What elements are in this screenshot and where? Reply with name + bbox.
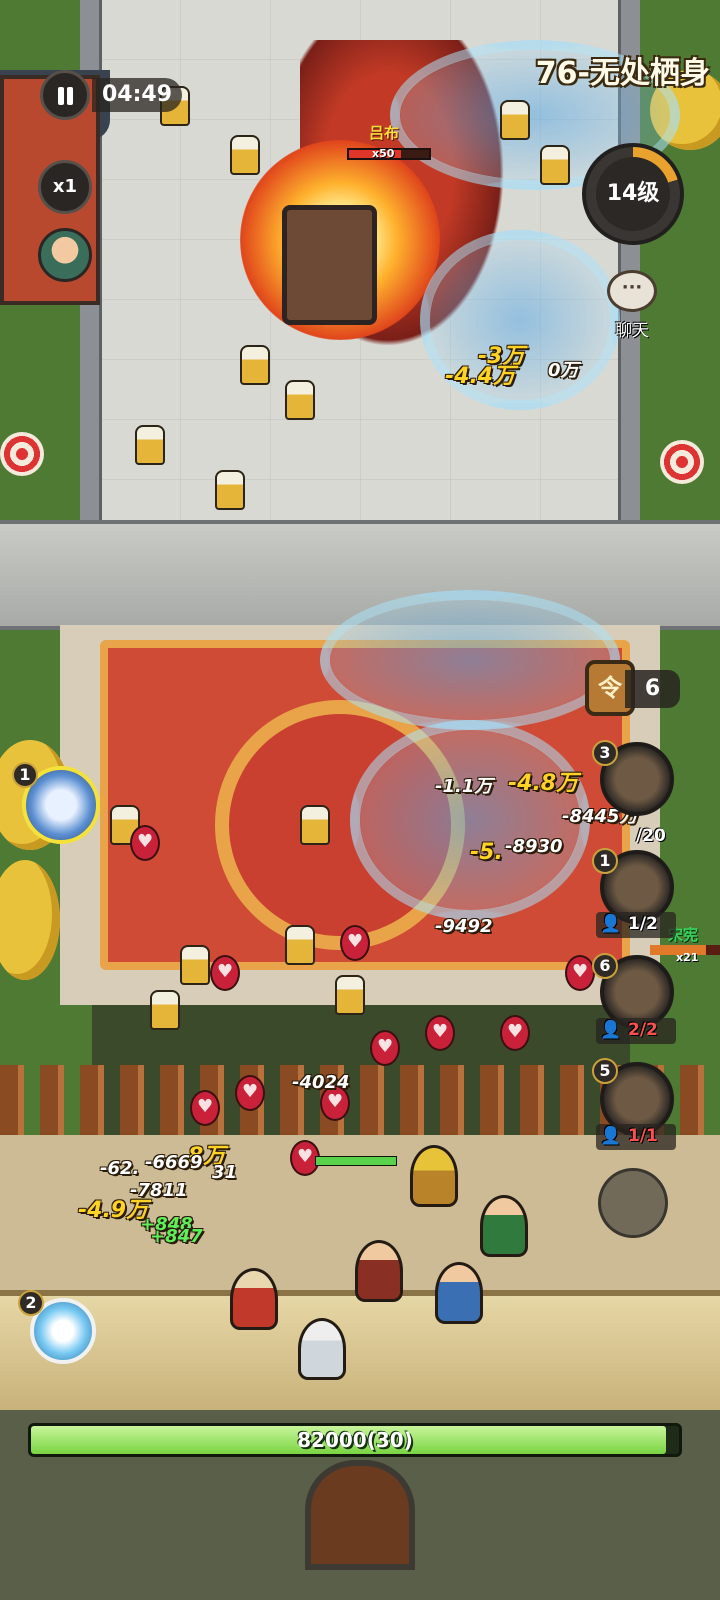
base-health-text: 82000(30) bbox=[297, 1428, 413, 1452]
enemy-soldier bbox=[135, 425, 165, 465]
level-text: 14级 bbox=[596, 157, 670, 231]
skill-badge: 2 bbox=[18, 1290, 44, 1316]
damage-number: -4.8万 bbox=[508, 771, 579, 796]
enemy-soldier bbox=[285, 925, 315, 965]
enemy-unit-multiplier: x21 bbox=[676, 951, 699, 964]
charmed-unit bbox=[500, 1015, 530, 1051]
game-scene: 吕布 x50 宋宪 x21 -3万 -4.4万 0万 -1.1万 -4.8万 -… bbox=[0, 0, 720, 1600]
skill-badge: 3 bbox=[592, 740, 618, 766]
heal-number: +847 bbox=[150, 1226, 203, 1247]
unit-health-bar bbox=[315, 1156, 397, 1166]
damage-number: -9492 bbox=[435, 916, 493, 937]
enemy-soldier bbox=[230, 135, 260, 175]
bottom-gate bbox=[305, 1460, 415, 1570]
archery-target bbox=[660, 440, 704, 484]
damage-number: -4.9万 bbox=[78, 1198, 149, 1223]
charmed-unit bbox=[190, 1090, 220, 1126]
enemy-soldier bbox=[540, 145, 570, 185]
chat-icon: ··· bbox=[607, 270, 657, 312]
troop-count: /20 bbox=[636, 826, 666, 846]
ally-hero bbox=[355, 1240, 403, 1302]
person-icon: 👤 bbox=[600, 1020, 622, 1040]
person-icon: 👤 bbox=[600, 914, 622, 934]
skill-badge: 1 bbox=[12, 762, 38, 788]
chat-label: 聊天 bbox=[615, 321, 649, 341]
person-icon: 👤 bbox=[600, 1126, 622, 1146]
enemy-soldier bbox=[180, 945, 210, 985]
speed-button[interactable]: x1 bbox=[38, 160, 92, 214]
ally-soldier bbox=[410, 1145, 458, 1207]
move-joystick[interactable] bbox=[598, 1168, 668, 1238]
damage-number: -62. bbox=[100, 1158, 140, 1179]
damage-number: -5. bbox=[470, 840, 503, 865]
hero-avatar-button[interactable] bbox=[38, 228, 92, 282]
order-token-count: 6 bbox=[625, 670, 680, 708]
ally-hero bbox=[298, 1318, 346, 1380]
archery-target bbox=[0, 432, 44, 476]
ally-hero bbox=[480, 1195, 528, 1257]
boss-name: 吕布 bbox=[368, 124, 399, 142]
skill-badge: 5 bbox=[592, 1058, 618, 1084]
enemy-soldier bbox=[285, 380, 315, 420]
enemy-soldier bbox=[215, 470, 245, 510]
tornado-effect bbox=[350, 720, 590, 920]
damage-number: -1.1万 bbox=[435, 776, 493, 797]
siege-cart bbox=[282, 205, 377, 325]
troop-count: 2/2 bbox=[628, 1020, 658, 1040]
charmed-unit bbox=[565, 955, 595, 991]
damage-number: 0万 bbox=[548, 360, 579, 381]
troop-count: 1/1 bbox=[628, 1126, 658, 1146]
charmed-unit bbox=[340, 925, 370, 961]
charmed-unit bbox=[130, 825, 160, 861]
pause-button[interactable] bbox=[40, 70, 90, 120]
unit-health-fill bbox=[316, 1157, 396, 1165]
boss-multiplier: x50 bbox=[372, 147, 395, 160]
charmed-unit bbox=[370, 1030, 400, 1066]
damage-number: -4.4万 bbox=[445, 364, 516, 389]
damage-number: -8930 bbox=[505, 836, 563, 857]
front-wall bbox=[0, 1290, 720, 1410]
enemy-soldier bbox=[300, 805, 330, 845]
enemy-soldier bbox=[240, 345, 270, 385]
charmed-unit bbox=[425, 1015, 455, 1051]
tornado-effect bbox=[320, 590, 620, 730]
order-token[interactable]: 令 6 bbox=[585, 660, 680, 720]
damage-number: 31 bbox=[212, 1162, 238, 1183]
troop-count: 1/2 bbox=[628, 914, 658, 934]
damage-number: -6669 bbox=[145, 1152, 203, 1173]
battle-timer: 04:49 bbox=[92, 78, 182, 112]
ally-hero bbox=[230, 1268, 278, 1330]
chat-button[interactable]: ··· 聊天 bbox=[600, 270, 664, 350]
base-health-bar: 82000(30) bbox=[28, 1423, 682, 1457]
enemy-soldier bbox=[500, 100, 530, 140]
stage-title: 76-无处栖身 bbox=[535, 56, 710, 91]
damage-number: -4024 bbox=[292, 1072, 350, 1093]
enemy-soldier bbox=[150, 990, 180, 1030]
ally-hero bbox=[435, 1262, 483, 1324]
charmed-unit bbox=[235, 1075, 265, 1111]
skill-badge: 1 bbox=[592, 848, 618, 874]
level-indicator[interactable]: 14级 bbox=[582, 143, 684, 245]
charmed-unit bbox=[210, 955, 240, 991]
enemy-soldier bbox=[335, 975, 365, 1015]
skill-badge: 6 bbox=[592, 953, 618, 979]
